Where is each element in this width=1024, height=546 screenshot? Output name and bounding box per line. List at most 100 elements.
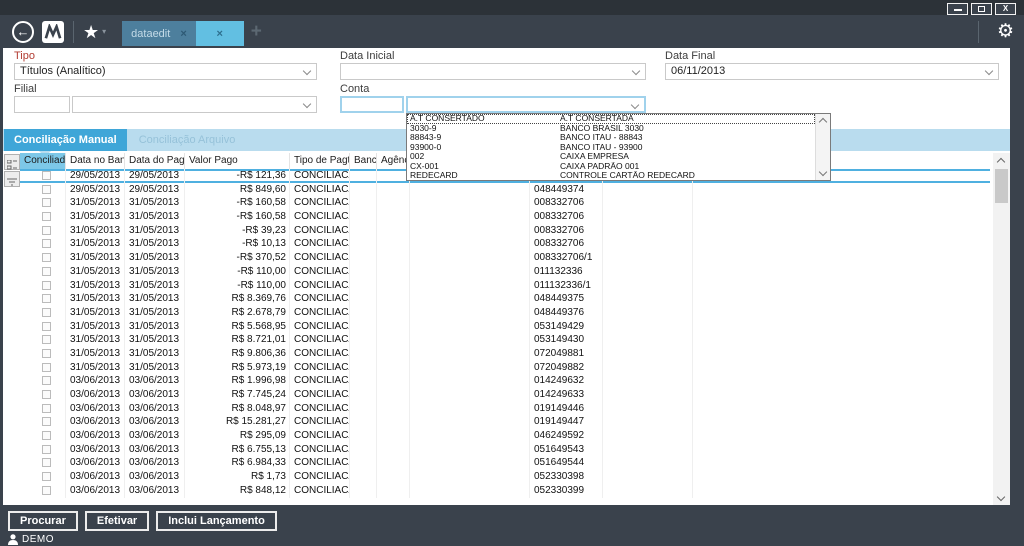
conta-option[interactable]: 93900-0BANCO ITAU - 93900: [407, 143, 815, 153]
conta-option[interactable]: REDECARDCONTROLE CARTÃO REDECARD: [407, 171, 815, 180]
conciliado-checkbox[interactable]: [42, 171, 51, 180]
scroll-down-icon[interactable]: [819, 168, 827, 176]
table-row[interactable]: 31/05/201331/05/2013R$ 2.678,79CONCILIAC…: [20, 306, 990, 320]
tab-conciliacao-arquivo[interactable]: Conciliação Arquivo: [127, 129, 248, 151]
tab-active[interactable]: ×: [196, 21, 244, 46]
column-header[interactable]: Conciliado: [20, 153, 66, 169]
filial-select[interactable]: [72, 96, 317, 113]
table-scrollbar[interactable]: [993, 153, 1010, 505]
procurar-button[interactable]: Procurar: [8, 511, 78, 531]
inclui-lancamento-button[interactable]: Inclui Lançamento: [156, 511, 277, 531]
favorites-star-icon[interactable]: ★: [83, 21, 99, 43]
conciliado-checkbox[interactable]: [42, 267, 51, 276]
conciliado-checkbox[interactable]: [42, 404, 51, 413]
conciliado-checkbox[interactable]: [42, 486, 51, 495]
table-row[interactable]: 03/06/201303/06/2013R$ 15.281,27CONCILIA…: [20, 415, 990, 429]
conciliado-checkbox[interactable]: [42, 445, 51, 454]
table-row[interactable]: 31/05/201331/05/2013-R$ 110,00CONCILIACA…: [20, 265, 990, 279]
conciliado-checkbox[interactable]: [42, 253, 51, 262]
tipo-de-pagto-cell: CONCILIACA...: [290, 196, 350, 210]
efetivar-button[interactable]: Efetivar: [85, 511, 149, 531]
table-row[interactable]: 31/05/201331/05/2013-R$ 160,58CONCILIACA…: [20, 210, 990, 224]
back-icon[interactable]: ←: [12, 21, 34, 43]
conciliado-checkbox[interactable]: [42, 417, 51, 426]
scroll-down-icon[interactable]: [997, 493, 1005, 501]
filial-code-input[interactable]: [14, 96, 70, 113]
conciliado-checkbox[interactable]: [42, 212, 51, 221]
table-row[interactable]: 31/05/201331/05/2013R$ 8.369,76CONCILIAC…: [20, 292, 990, 306]
conciliado-checkbox[interactable]: [42, 390, 51, 399]
table-row[interactable]: 31/05/201331/05/2013-R$ 110,00CONCILIACA…: [20, 279, 990, 293]
scrollbar-thumb[interactable]: [995, 169, 1008, 203]
table-row[interactable]: 31/05/201331/05/2013R$ 8.721,01CONCILIAC…: [20, 333, 990, 347]
filial-label: Filial: [14, 83, 37, 95]
close-tab-icon[interactable]: ×: [180, 28, 186, 40]
conciliado-checkbox[interactable]: [42, 335, 51, 344]
conciliado-checkbox[interactable]: [42, 239, 51, 248]
conciliado-checkbox[interactable]: [42, 198, 51, 207]
conciliado-checkbox[interactable]: [42, 322, 51, 331]
conciliado-checkbox[interactable]: [42, 376, 51, 385]
grid-filter-icon[interactable]: [4, 171, 20, 187]
table-row[interactable]: 03/06/201303/06/2013R$ 848,12CONCILIACA.…: [20, 484, 990, 498]
table-row[interactable]: 31/05/201331/05/2013R$ 5.973,19CONCILIAC…: [20, 361, 990, 375]
conciliado-checkbox[interactable]: [42, 472, 51, 481]
conta-code-input[interactable]: [340, 96, 404, 113]
empty-cell: [603, 196, 693, 210]
table-row[interactable]: 03/06/201303/06/2013R$ 7.745,24CONCILIAC…: [20, 388, 990, 402]
column-header[interactable]: Banco: [350, 153, 377, 169]
maximize-icon[interactable]: [971, 3, 992, 15]
conciliado-checkbox[interactable]: [42, 458, 51, 467]
dropdown-scrollbar[interactable]: [815, 114, 830, 180]
table-row[interactable]: 31/05/201331/05/2013-R$ 39,23CONCILIACA.…: [20, 224, 990, 238]
close-tab-icon[interactable]: ×: [217, 28, 223, 40]
gear-icon[interactable]: ⚙: [997, 20, 1014, 43]
conta-option[interactable]: A.T CONSERTADOA.T CONSERTADA: [407, 114, 815, 124]
conciliado-checkbox[interactable]: [42, 185, 51, 194]
conta-option[interactable]: CX-001CAIXA PADRÃO 001: [407, 162, 815, 172]
table-row[interactable]: 03/06/201303/06/2013R$ 1,73CONCILIACA...…: [20, 470, 990, 484]
conciliado-checkbox[interactable]: [42, 226, 51, 235]
conciliado-checkbox[interactable]: [42, 349, 51, 358]
conciliado-checkbox[interactable]: [42, 294, 51, 303]
conta-option[interactable]: 002CAIXA EMPRESA: [407, 152, 815, 162]
column-header[interactable]: Data no Banco: [66, 153, 125, 169]
agencia-cell: [377, 224, 410, 238]
data-inicial-select[interactable]: [340, 63, 646, 80]
tab-conciliacao-manual[interactable]: Conciliação Manual: [4, 129, 127, 151]
tipo-select[interactable]: Títulos (Analítico): [14, 63, 317, 80]
table-row[interactable]: 03/06/201303/06/2013R$ 295,09CONCILIACA.…: [20, 429, 990, 443]
table-row[interactable]: 31/05/201331/05/2013-R$ 370,52CONCILIACA…: [20, 251, 990, 265]
table-row[interactable]: 31/05/201331/05/2013R$ 9.806,36CONCILIAC…: [20, 347, 990, 361]
column-header[interactable]: Data do Pagto: [125, 153, 185, 169]
close-icon[interactable]: X: [995, 3, 1016, 15]
table-row[interactable]: 31/05/201331/05/2013R$ 5.568,95CONCILIAC…: [20, 320, 990, 334]
table-row[interactable]: 31/05/201331/05/2013-R$ 10,13CONCILIACA.…: [20, 237, 990, 251]
favorites-caret-icon[interactable]: ▾: [102, 27, 106, 36]
minimize-icon[interactable]: [947, 3, 968, 15]
grid-layout-icon[interactable]: [4, 154, 20, 170]
table-row[interactable]: 03/06/201303/06/2013R$ 6.984,33CONCILIAC…: [20, 456, 990, 470]
conta-option[interactable]: 3030-9BANCO BRASIL 3030: [407, 124, 815, 134]
conta-option[interactable]: 88843-9BANCO ITAU - 88843: [407, 133, 815, 143]
empty-cell: [410, 237, 530, 251]
table-row[interactable]: 31/05/201331/05/2013-R$ 160,58CONCILIACA…: [20, 196, 990, 210]
banco-cell: [350, 224, 377, 238]
conciliado-checkbox[interactable]: [42, 431, 51, 440]
valor-pago-cell: -R$ 110,00: [185, 279, 290, 293]
table-row[interactable]: 29/05/201329/05/2013R$ 849,60CONCILIACA.…: [20, 183, 990, 197]
column-header[interactable]: Valor Pago: [185, 153, 290, 169]
table-row[interactable]: 03/06/201303/06/2013R$ 8.048,97CONCILIAC…: [20, 402, 990, 416]
table-row[interactable]: 03/06/201303/06/2013R$ 6.755,13CONCILIAC…: [20, 443, 990, 457]
scroll-up-icon[interactable]: [997, 158, 1005, 166]
conciliado-checkbox[interactable]: [42, 363, 51, 372]
tab-dataedit[interactable]: dataedit ×: [122, 21, 196, 46]
conta-select[interactable]: [406, 96, 646, 113]
conciliado-checkbox[interactable]: [42, 281, 51, 290]
column-header[interactable]: Tipo de Pagto: [290, 153, 350, 169]
table-row[interactable]: 03/06/201303/06/2013R$ 1.996,98CONCILIAC…: [20, 374, 990, 388]
add-tab-icon[interactable]: +: [251, 22, 262, 42]
scroll-up-icon[interactable]: [819, 118, 827, 126]
conciliado-checkbox[interactable]: [42, 308, 51, 317]
data-final-select[interactable]: 06/11/2013: [665, 63, 999, 80]
